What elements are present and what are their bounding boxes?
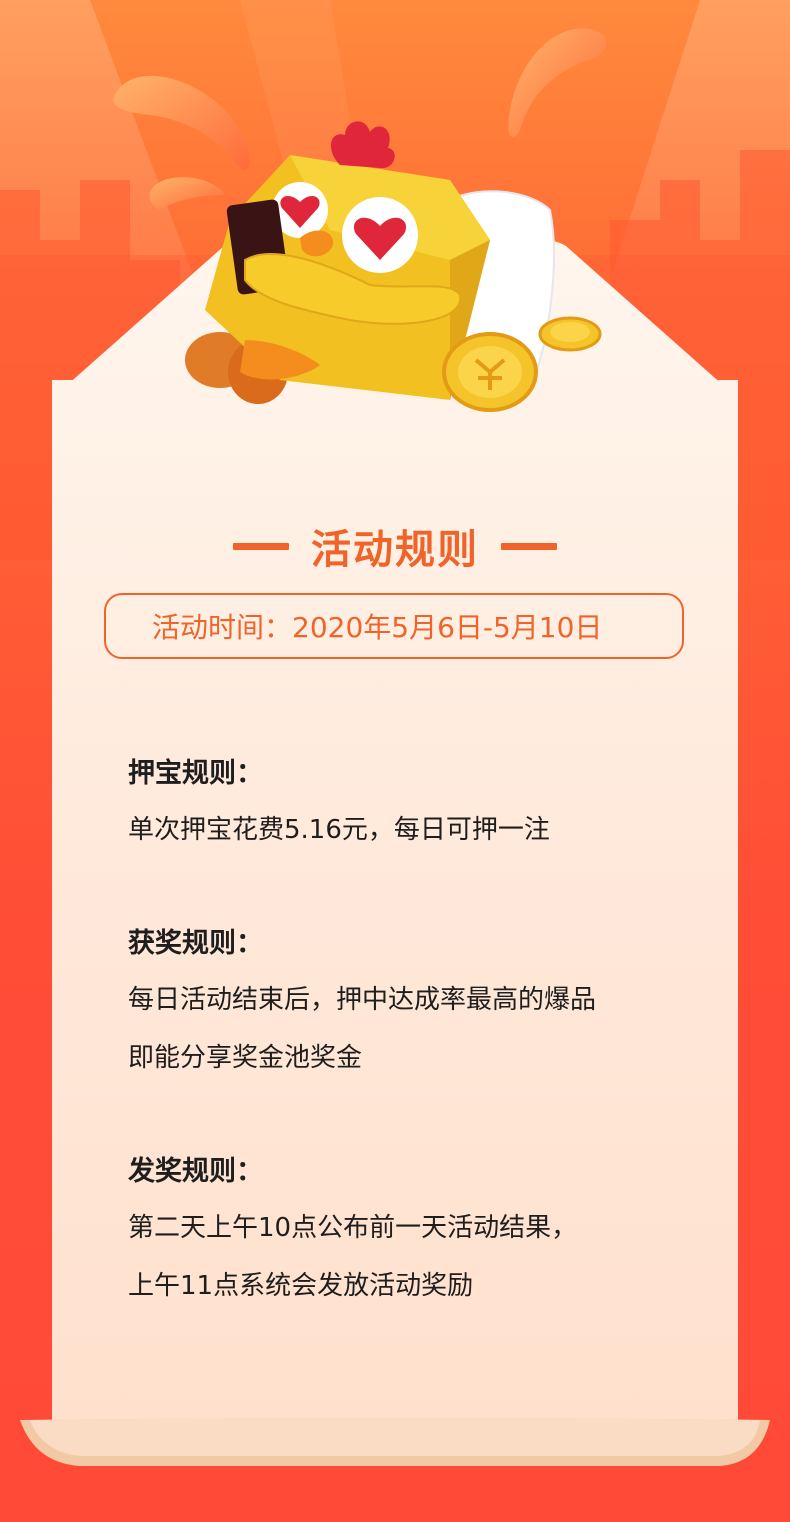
page-title: 活动规则: [311, 527, 479, 573]
title-dash-right: [501, 542, 557, 550]
rule-heading: 获奖规则：: [128, 928, 263, 959]
activity-time-badge: 活动时间：2020年5月6日-5月10日: [104, 593, 684, 659]
title-dash-left: [233, 542, 289, 550]
rule-section-bet: 押宝规则： 单次押宝花费5.16元，每日可押一注: [128, 755, 728, 859]
rule-line: 上午11点系统会发放活动奖励: [128, 1271, 474, 1301]
rule-heading: 押宝规则：: [128, 758, 263, 789]
rules-title-row: 活动规则: [0, 516, 790, 576]
chicken-mascot-icon: [185, 121, 602, 412]
rule-section-win: 获奖规则： 每日活动结束后，押中达成率最高的爆品 即能分享奖金池奖金: [128, 925, 728, 1087]
rule-line: 单次押宝花费5.16元，每日可押一注: [128, 815, 550, 845]
rule-line: 每日活动结束后，押中达成率最高的爆品: [128, 985, 597, 1015]
scroll-bottom-roll: [20, 1418, 770, 1466]
rule-line: 即能分享奖金池奖金: [128, 1043, 363, 1073]
activity-time-text: 活动时间：2020年5月6日-5月10日: [152, 611, 603, 644]
rule-section-award: 发奖规则： 第二天上午10点公布前一天活动结果， 上午11点系统会发放活动奖励: [128, 1153, 728, 1315]
rule-line: 第二天上午10点公布前一天活动结果，: [128, 1213, 578, 1243]
rule-heading: 发奖规则：: [128, 1156, 263, 1187]
